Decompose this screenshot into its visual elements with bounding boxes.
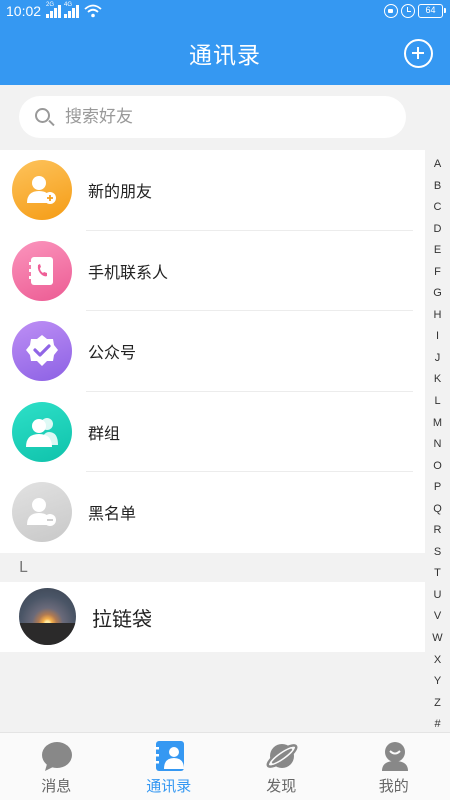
menu-item-label: 群组 [88,423,121,443]
lock-icon [384,4,398,18]
alphabet-index-letter[interactable]: Z [425,693,450,715]
menu-item-label: 黑名单 [88,504,137,523]
avatar [19,588,76,645]
bottom-tab-bar: 消息 通讯录 发现 我的 [0,732,450,800]
alphabet-index-letter[interactable]: D [425,219,450,241]
menu-item-new-friends[interactable]: 新的朋友 [0,150,425,231]
alphabet-index-letter[interactable]: X [425,650,450,672]
alphabet-index-letter[interactable]: G [425,283,450,305]
group-icon [12,401,72,462]
contact-row[interactable]: 拉链袋 [0,582,425,652]
menu-item-phone-contacts[interactable]: 手机联系人 [0,231,425,311]
alphabet-index-letter[interactable]: U [425,585,450,607]
tab-me[interactable]: 我的 [338,733,450,800]
alphabet-index-letter[interactable]: Q [425,499,450,521]
tab-discover[interactable]: 发现 [225,733,338,800]
alphabet-index-letter[interactable]: P [425,477,450,499]
alphabet-index-letter[interactable]: I [425,326,450,348]
alphabet-index-letter[interactable]: F [425,262,450,284]
tab-label: 我的 [378,777,409,795]
alphabet-index-letter[interactable]: A [425,154,450,176]
menu-item-label: 公众号 [88,343,137,362]
planet-icon [266,744,298,768]
search-bar[interactable] [19,96,406,138]
alphabet-index-letter[interactable]: H [425,305,450,327]
contacts-book-icon [153,741,184,771]
phone-contacts-icon [12,240,72,301]
alphabet-index-letter[interactable]: L [425,391,450,413]
status-bar: 10:02 2G 4G 64 [0,0,450,24]
alphabet-index-letter[interactable]: N [425,434,450,456]
contact-name: 拉链袋 [92,607,152,631]
tab-messages[interactable]: 消息 [0,733,113,800]
contacts-menu: 新的朋友 手机联系人 公众号 群组 黑名单 [0,150,425,553]
menu-item-label: 新的朋友 [88,182,153,201]
alphabet-index-letter[interactable]: M [425,413,450,435]
alphabet-index-letter[interactable]: J [425,348,450,370]
signal-icon [46,4,61,18]
menu-item-label: 手机联系人 [88,262,169,282]
add-button[interactable] [404,39,433,68]
alphabet-index-letter[interactable]: O [425,456,450,478]
alphabet-index-letter[interactable]: V [425,606,450,628]
alphabet-index-letter[interactable]: T [425,563,450,585]
tab-label: 通讯录 [146,777,192,795]
signal-icon-2 [64,4,79,18]
alphabet-index-letter[interactable]: W [425,628,450,650]
menu-item-blacklist[interactable]: 黑名单 [0,472,425,553]
alphabet-index[interactable]: A B C D E F G H I J K L M N O P Q R S T U V W X Y Z # [425,154,450,736]
alphabet-index-letter[interactable]: C [425,197,450,219]
tab-contacts[interactable]: 通讯录 [113,733,226,800]
chat-bubble-icon [42,742,72,771]
blacklist-icon [12,482,72,542]
section-letter: L [19,558,28,576]
verified-badge-icon [12,321,72,381]
status-time: 10:02 [6,3,42,19]
wifi-icon [84,4,102,18]
alphabet-index-letter[interactable]: Y [425,671,450,693]
person-icon [381,742,408,771]
search-input[interactable] [65,96,395,138]
alphabet-index-letter[interactable]: R [425,520,450,542]
add-friend-icon [12,160,72,220]
section-header: L [0,555,425,582]
menu-item-groups[interactable]: 群组 [0,392,425,472]
battery-icon: 64 [418,4,446,18]
search-icon [35,108,50,123]
app-header: 10:02 2G 4G 64 通讯录 [0,0,450,85]
page-title: 通讯录 [189,43,261,69]
alphabet-index-letter[interactable]: K [425,369,450,391]
alarm-icon [401,4,415,18]
tab-label: 发现 [266,777,297,795]
alphabet-index-letter[interactable]: E [425,240,450,262]
alphabet-index-letter[interactable]: S [425,542,450,564]
menu-item-official-accounts[interactable]: 公众号 [0,311,425,392]
tab-label: 消息 [41,777,72,795]
alphabet-index-letter[interactable]: B [425,176,450,198]
